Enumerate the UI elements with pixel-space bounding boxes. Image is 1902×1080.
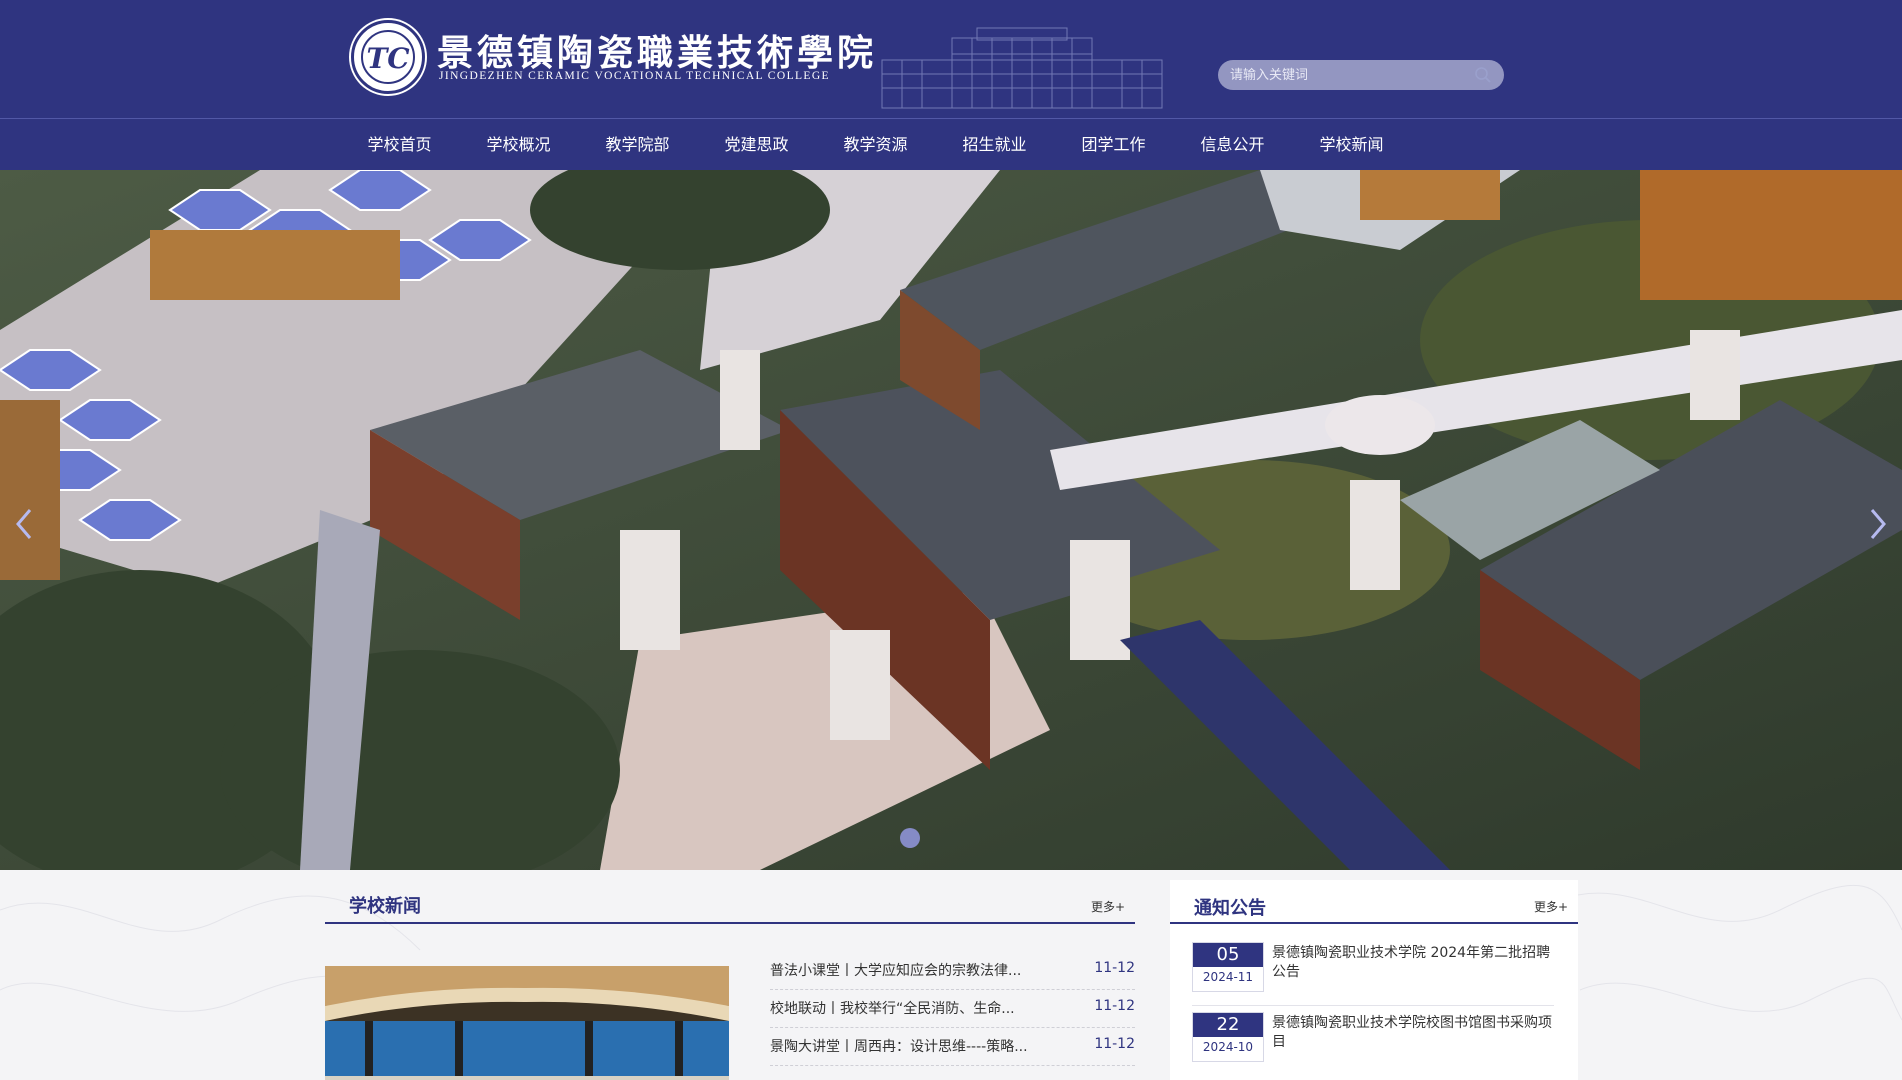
nav-item-party[interactable]: 党建思政	[697, 119, 816, 171]
news-more-link[interactable]: 更多+	[1091, 898, 1125, 915]
news-item-title: 普法小课堂丨大学应知应会的宗教法律...	[770, 963, 1022, 979]
news-list: 普法小课堂丨大学应知应会的宗教法律... 11-12 校地联动丨我校举行“全民消…	[770, 952, 1135, 1066]
building-sketch-icon	[881, 27, 1163, 109]
college-logo[interactable]: TC 景德镇陶瓷職業技術學院 JINGDEZHEN CERAMIC VOCATI…	[351, 20, 873, 98]
news-item-date: 11-12	[1094, 998, 1135, 1014]
nav-item-resources[interactable]: 教学资源	[816, 119, 935, 171]
college-emblem-icon: TC	[351, 20, 425, 94]
notice-more-link[interactable]: 更多+	[1534, 898, 1568, 915]
chevron-right-icon[interactable]	[1860, 500, 1896, 548]
college-name-en: JINGDEZHEN CERAMIC VOCATIONAL TECHNICAL …	[439, 70, 830, 82]
campus-banner[interactable]	[0, 170, 1902, 870]
notice-section: 通知公告 更多+ 05 2024-11 景德镇陶瓷职业技术学院 2024年第二批…	[1170, 880, 1578, 1080]
news-section-header: 学校新闻 更多+	[325, 880, 1135, 924]
notice-date-month: 2024-11	[1202, 970, 1254, 984]
notice-date-day: 22	[1193, 1013, 1263, 1037]
notice-date-month: 2024-10	[1202, 1040, 1254, 1054]
notice-date-badge: 22 2024-10	[1192, 1012, 1264, 1062]
notice-list-item[interactable]: 22 2024-10 景德镇陶瓷职业技术学院校图书馆图书采购项目	[1192, 1012, 1562, 1068]
chevron-left-icon[interactable]	[6, 500, 42, 548]
slide-indicator-dot[interactable]	[900, 828, 920, 848]
content-area: 学校新闻 更多+ 普法小课堂丨大学应知应会的宗教法律... 11-12 校地联动…	[0, 870, 1902, 1080]
search-bar	[1218, 60, 1504, 90]
news-item-date: 11-12	[1094, 960, 1135, 976]
nav-item-disclosure[interactable]: 信息公开	[1173, 119, 1292, 171]
news-item-date: 11-12	[1094, 1036, 1135, 1052]
notice-section-title: 通知公告	[1194, 898, 1266, 919]
notice-date-day: 05	[1193, 943, 1263, 967]
main-nav: 学校首页 学校概况 教学院部 党建思政 教学资源 招生就业 团学工作 信息公开 …	[0, 118, 1902, 170]
emblem-monogram: TC	[366, 42, 410, 75]
news-section-title: 学校新闻	[349, 896, 421, 917]
nav-item-youth[interactable]: 团学工作	[1054, 119, 1173, 171]
news-list-item[interactable]: 校地联动丨我校举行“全民消防、生命... 11-12	[770, 990, 1135, 1028]
notice-section-header: 通知公告 更多+	[1170, 880, 1578, 924]
nav-item-departments[interactable]: 教学院部	[578, 119, 697, 171]
nav-item-home[interactable]: 学校首页	[340, 119, 459, 171]
news-list-item[interactable]: 景陶大讲堂丨周西冉：设计思维----策略... 11-12	[770, 1028, 1135, 1066]
news-item-title: 景陶大讲堂丨周西冉：设计思维----策略...	[770, 1039, 1028, 1055]
notice-list-item[interactable]: 05 2024-11 景德镇陶瓷职业技术学院 2024年第二批招聘公告	[1192, 942, 1562, 998]
notice-divider	[1192, 1005, 1554, 1006]
notice-item-title: 景德镇陶瓷职业技术学院校图书馆图书采购项目	[1272, 1015, 1552, 1050]
school-news-section: 学校新闻 更多+ 普法小课堂丨大学应知应会的宗教法律... 11-12 校地联动…	[325, 880, 1135, 1080]
news-photo-image	[325, 966, 729, 1080]
site-header: TC 景德镇陶瓷職業技術學院 JINGDEZHEN CERAMIC VOCATI…	[0, 0, 1902, 118]
college-name-cn: 景德镇陶瓷職業技術學院	[437, 32, 878, 74]
news-item-title: 校地联动丨我校举行“全民消防、生命...	[770, 1001, 1015, 1017]
campus-aerial-image	[0, 170, 1902, 870]
nav-item-admissions[interactable]: 招生就业	[935, 119, 1054, 171]
notice-item-title: 景德镇陶瓷职业技术学院 2024年第二批招聘公告	[1272, 945, 1551, 980]
nav-item-news[interactable]: 学校新闻	[1292, 119, 1411, 171]
nav-item-overview[interactable]: 学校概况	[459, 119, 578, 171]
search-input[interactable]	[1230, 60, 1460, 90]
news-list-item[interactable]: 普法小课堂丨大学应知应会的宗教法律... 11-12	[770, 952, 1135, 990]
news-featured-photo[interactable]	[325, 966, 729, 1080]
notice-date-badge: 05 2024-11	[1192, 942, 1264, 992]
search-icon[interactable]	[1474, 66, 1492, 84]
